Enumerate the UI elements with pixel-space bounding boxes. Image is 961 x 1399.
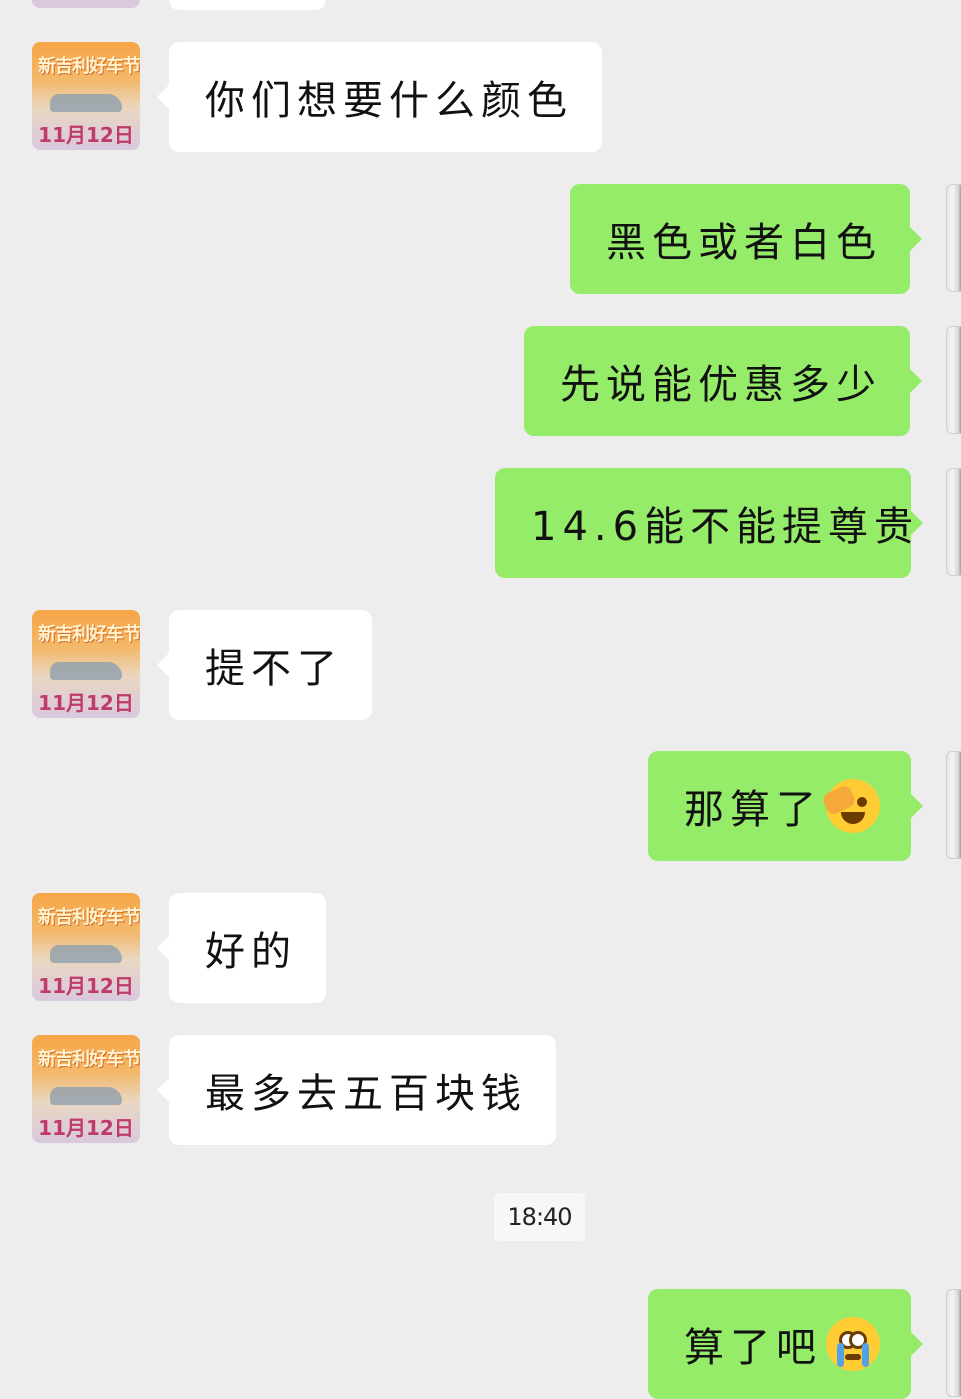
- avatar-caption: 11月12日: [38, 1116, 134, 1140]
- avatar-art-text: 新吉利好车节: [38, 1049, 140, 1070]
- message-text: 你们想要什么颜色: [205, 78, 573, 124]
- user-avatar[interactable]: [946, 1289, 961, 1397]
- message-bubble-outgoing[interactable]: 算了吧: [648, 1289, 923, 1399]
- avatar-caption: 11月12日: [38, 123, 134, 147]
- message-bubble-outgoing[interactable]: 那算了: [648, 751, 923, 861]
- car-image: [50, 94, 122, 112]
- message-bubble-incoming[interactable]: 你们想要什么颜色: [157, 42, 602, 152]
- contact-avatar[interactable]: 新吉利好车节 11月12日: [32, 42, 140, 150]
- message-text: 提不了: [205, 646, 343, 692]
- avatar-caption: 11月12日: [38, 691, 134, 715]
- user-avatar[interactable]: [946, 468, 961, 576]
- message-text: 14.6能不能提尊贵: [531, 504, 921, 550]
- user-avatar[interactable]: [946, 751, 961, 859]
- contact-avatar[interactable]: 新吉利好车节 11月12日: [32, 893, 140, 1001]
- message-bubble-outgoing[interactable]: 先说能优惠多少: [524, 326, 922, 436]
- user-avatar[interactable]: [946, 326, 961, 434]
- message-bubble-incoming[interactable]: [169, 0, 326, 10]
- message-bubble-incoming[interactable]: 提不了: [157, 610, 372, 720]
- car-image: [50, 662, 122, 680]
- avatar-art-text: 新吉利好车节: [38, 624, 140, 645]
- message-bubble-incoming[interactable]: 最多去五百块钱: [157, 1035, 556, 1145]
- message-text: 先说能优惠多少: [560, 362, 882, 408]
- message-text: 算了吧: [684, 1325, 822, 1371]
- message-text: 好的: [205, 929, 297, 975]
- message-text: 那算了: [684, 787, 822, 833]
- contact-avatar[interactable]: [32, 0, 140, 8]
- message-bubble-incoming[interactable]: 好的: [157, 893, 326, 1003]
- avatar-caption: 11月12日: [38, 974, 134, 998]
- message-bubble-outgoing[interactable]: 14.6能不能提尊贵: [495, 468, 923, 578]
- avatar-art-text: 新吉利好车节: [38, 907, 140, 928]
- message-text: 最多去五百块钱: [205, 1071, 527, 1117]
- crying-face-emoji: [826, 1317, 880, 1371]
- time-separator: 18:40: [494, 1193, 585, 1241]
- avatar-art-text: 新吉利好车节: [38, 56, 140, 77]
- message-bubble-outgoing[interactable]: 黑色或者白色: [570, 184, 922, 294]
- contact-avatar[interactable]: 新吉利好车节 11月12日: [32, 1035, 140, 1143]
- contact-avatar[interactable]: 新吉利好车节 11月12日: [32, 610, 140, 718]
- face-palm-laughing-emoji: [820, 779, 880, 833]
- car-image: [50, 945, 122, 963]
- chat-message-list[interactable]: 新吉利好车节 11月12日 你们想要什么颜色 黑色或者白色 先说能优惠多少 14…: [0, 0, 961, 1399]
- user-avatar[interactable]: [946, 184, 961, 292]
- car-image: [50, 1087, 122, 1105]
- message-text: 黑色或者白色: [606, 220, 882, 266]
